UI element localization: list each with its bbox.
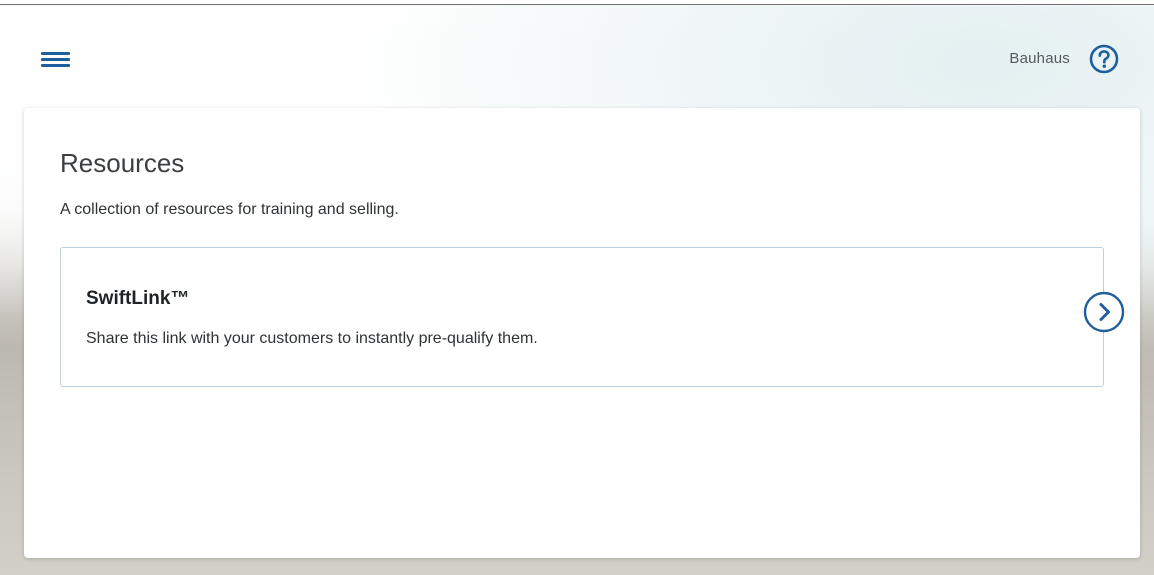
help-circle-icon bbox=[1089, 44, 1119, 74]
resource-description: Share this link with your customers to i… bbox=[86, 330, 538, 347]
resource-tile-swiftlink[interactable]: SwiftLink™ Share this link with your cus… bbox=[60, 247, 1104, 387]
top-bar: Bauhaus bbox=[0, 6, 1154, 106]
hamburger-menu-button[interactable] bbox=[40, 46, 72, 72]
open-resource-button[interactable] bbox=[1082, 290, 1126, 334]
resource-title: SwiftLink™ bbox=[86, 288, 190, 309]
resources-card: Resources A collection of resources for … bbox=[24, 108, 1140, 558]
account-name[interactable]: Bauhaus bbox=[1009, 50, 1070, 67]
chevron-right-circle-icon bbox=[1083, 291, 1125, 333]
page-subtitle: A collection of resources for training a… bbox=[60, 201, 399, 218]
help-button[interactable] bbox=[1088, 43, 1120, 75]
page-title: Resources bbox=[60, 148, 185, 178]
hamburger-menu-icon bbox=[41, 52, 70, 67]
window-top-border bbox=[0, 0, 1154, 5]
